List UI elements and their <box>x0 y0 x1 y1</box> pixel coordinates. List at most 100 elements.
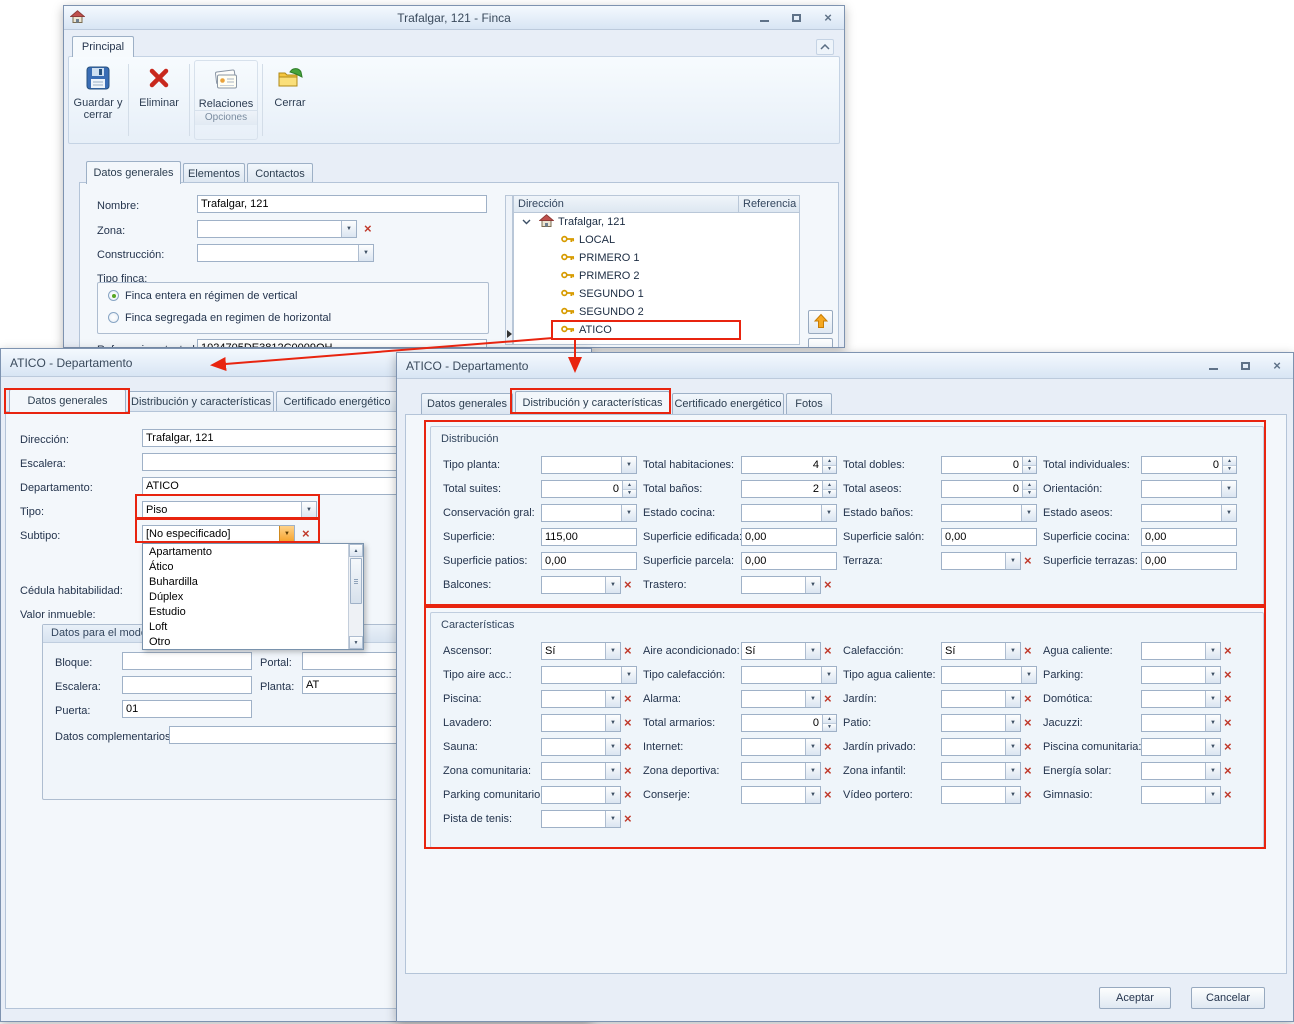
total-aseos-spinner[interactable]: 0▲▼ <box>941 480 1037 498</box>
spin-down-icon[interactable]: ▼ <box>823 723 836 732</box>
tab-elementos[interactable]: Elementos <box>183 163 245 184</box>
superficie-cocina-input[interactable]: 0,00 <box>1141 528 1237 546</box>
chevron-down-icon[interactable]: ▼ <box>1005 739 1020 755</box>
tipo-aire-acc-combobox[interactable]: ▼ <box>541 666 637 684</box>
tree-expand-icon[interactable] <box>522 216 531 228</box>
spin-up-icon[interactable]: ▲ <box>623 481 636 489</box>
jardín-privado-combobox[interactable]: ▼ <box>941 738 1021 756</box>
superficie-edificada-input[interactable]: 0,00 <box>741 528 837 546</box>
dropdown-option-estudio[interactable]: Estudio <box>143 605 348 620</box>
clear-icon[interactable]: × <box>1224 714 1232 732</box>
radio-unselected-icon[interactable] <box>108 312 119 323</box>
chevron-down-icon[interactable]: ▼ <box>279 526 294 542</box>
tab-certificado-energetico[interactable]: Certificado energético <box>672 393 784 414</box>
chevron-down-icon[interactable]: ▼ <box>621 505 636 521</box>
clear-icon[interactable]: × <box>824 762 832 780</box>
chevron-down-icon[interactable]: ▼ <box>805 739 820 755</box>
chevron-down-icon[interactable]: ▼ <box>1021 505 1036 521</box>
clear-icon[interactable]: × <box>824 738 832 756</box>
dropdown-option-otro[interactable]: Otro <box>143 635 348 650</box>
total-dobles-spinner[interactable]: 0▲▼ <box>941 456 1037 474</box>
chevron-down-icon[interactable]: ▼ <box>1205 787 1220 803</box>
superficie-parcela-input[interactable]: 0,00 <box>741 552 837 570</box>
lavadero-combobox[interactable]: ▼ <box>541 714 621 732</box>
clear-icon[interactable]: × <box>1224 642 1232 660</box>
clear-icon[interactable]: × <box>624 690 632 708</box>
tab-certificado-energetico[interactable]: Certificado energético <box>276 391 398 412</box>
relaciones-button[interactable]: Relaciones <box>195 61 257 110</box>
spin-down-icon[interactable]: ▼ <box>623 489 636 498</box>
subtipo-clear-icon[interactable]: × <box>302 525 310 543</box>
tab-datos-generales[interactable]: Datos generales <box>9 389 126 412</box>
chevron-down-icon[interactable]: ▼ <box>1021 667 1036 683</box>
dropdown-option-dúplex[interactable]: Dúplex <box>143 590 348 605</box>
cerrar-button[interactable]: Cerrar <box>266 60 314 140</box>
guardar-cerrar-button[interactable]: Guardar y cerrar <box>71 60 125 140</box>
chevron-down-icon[interactable]: ▼ <box>1205 715 1220 731</box>
ribbon-collapse-button[interactable] <box>816 39 834 55</box>
column-header-direccion[interactable]: Dirección <box>513 195 739 213</box>
chevron-down-icon[interactable]: ▼ <box>1005 787 1020 803</box>
chevron-down-icon[interactable]: ▼ <box>621 457 636 473</box>
tree-item-segundo-2[interactable]: SEGUNDO 2 <box>514 303 799 321</box>
clear-icon[interactable]: × <box>1024 642 1032 660</box>
scroll-down-icon[interactable]: ▼ <box>349 636 363 649</box>
total-suites-spinner[interactable]: 0▲▼ <box>541 480 637 498</box>
chevron-down-icon[interactable]: ▼ <box>1221 481 1236 497</box>
agua-caliente-combobox[interactable]: ▼ <box>1141 642 1221 660</box>
tipo-combobox[interactable]: Piso ▼ <box>142 501 317 519</box>
aceptar-button[interactable]: Aceptar <box>1099 987 1171 1009</box>
superficie-terrazas-input[interactable]: 0,00 <box>1141 552 1237 570</box>
move-up-button[interactable] <box>808 310 833 334</box>
tree-root-row[interactable]: Trafalgar, 121 <box>514 213 799 231</box>
tab-fotos[interactable]: Fotos <box>786 393 832 414</box>
total-armarios-spinner[interactable]: 0▲▼ <box>741 714 837 732</box>
spin-up-icon[interactable]: ▲ <box>823 715 836 723</box>
clear-icon[interactable]: × <box>1224 786 1232 804</box>
clear-icon[interactable]: × <box>1224 690 1232 708</box>
escalera2-input[interactable] <box>122 676 252 694</box>
chevron-down-icon[interactable]: ▼ <box>1005 553 1020 569</box>
ribbon-tab-principal[interactable]: Principal <box>72 36 134 57</box>
spin-up-icon[interactable]: ▲ <box>823 481 836 489</box>
chevron-down-icon[interactable]: ▼ <box>1205 667 1220 683</box>
close-icon[interactable]: × <box>1269 359 1285 373</box>
total-habitaciones-spinner[interactable]: 4▲▼ <box>741 456 837 474</box>
zona-comunitaria-combobox[interactable]: ▼ <box>541 762 621 780</box>
total-individuales-spinner[interactable]: 0▲▼ <box>1141 456 1237 474</box>
radio-finca-vertical[interactable]: Finca entera en régimen de vertical <box>108 290 297 302</box>
superficie-input[interactable]: 115,00 <box>541 528 637 546</box>
chevron-down-icon[interactable]: ▼ <box>341 221 356 237</box>
chevron-down-icon[interactable]: ▼ <box>605 739 620 755</box>
dropdown-option-ático[interactable]: Ático <box>143 560 348 575</box>
close-icon[interactable]: × <box>820 11 836 25</box>
minimize-icon[interactable] <box>1205 359 1221 373</box>
dropdown-option-buhardilla[interactable]: Buhardilla <box>143 575 348 590</box>
chevron-down-icon[interactable]: ▼ <box>605 577 620 593</box>
chevron-down-icon[interactable]: ▼ <box>805 763 820 779</box>
tree-item-atico[interactable]: ATICO <box>514 321 799 339</box>
tab-distribucion-caracteristicas[interactable]: Distribución y características <box>515 391 670 414</box>
chevron-down-icon[interactable]: ▼ <box>1005 643 1020 659</box>
zona-combobox[interactable]: ▼ <box>197 220 357 238</box>
terraza-combobox[interactable]: ▼ <box>941 552 1021 570</box>
chevron-down-icon[interactable]: ▼ <box>805 577 820 593</box>
alarma-combobox[interactable]: ▼ <box>741 690 821 708</box>
zona-clear-icon[interactable]: × <box>364 220 372 238</box>
clear-icon[interactable]: × <box>1024 786 1032 804</box>
chevron-down-icon[interactable]: ▼ <box>605 691 620 707</box>
chevron-down-icon[interactable]: ▼ <box>1205 763 1220 779</box>
tipo-calefacción-combobox[interactable]: ▼ <box>741 666 837 684</box>
chevron-down-icon[interactable]: ▼ <box>301 502 316 518</box>
clear-icon[interactable]: × <box>624 576 632 594</box>
chevron-down-icon[interactable]: ▼ <box>605 811 620 827</box>
puerta-input[interactable]: 01 <box>122 700 252 718</box>
finca-titlebar[interactable]: Trafalgar, 121 - Finca × <box>64 6 844 30</box>
column-header-referencia[interactable]: Referencia C <box>739 195 800 213</box>
clear-icon[interactable]: × <box>624 714 632 732</box>
superficie-patios-input[interactable]: 0,00 <box>541 552 637 570</box>
piscina-comunitaria-combobox[interactable]: ▼ <box>1141 738 1221 756</box>
clear-icon[interactable]: × <box>824 576 832 594</box>
partial-button[interactable] <box>808 338 833 348</box>
scroll-up-icon[interactable]: ▲ <box>349 544 363 557</box>
